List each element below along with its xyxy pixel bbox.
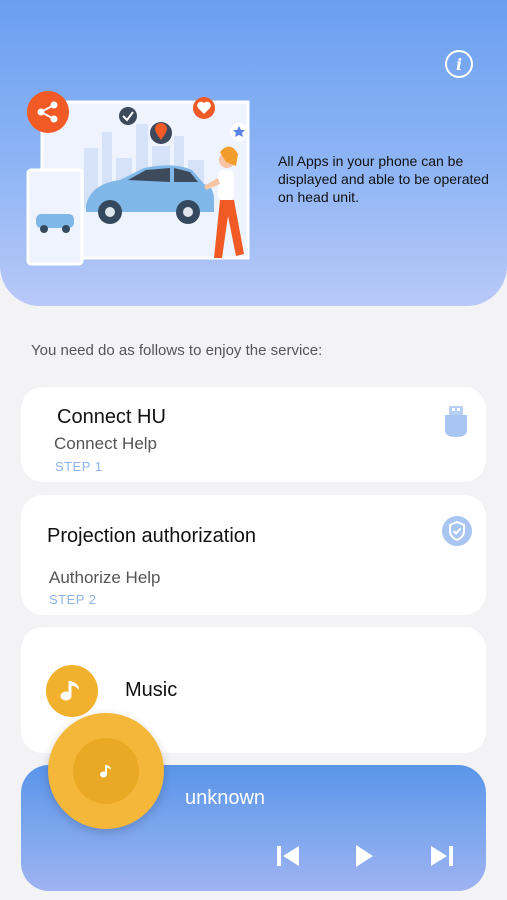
card-title: Projection authorization [47, 525, 257, 547]
projection-authorization-card[interactable]: Projection authorization Authorize Help … [21, 495, 486, 615]
phone-car-illustration [26, 91, 250, 266]
track-name: unknown [185, 787, 266, 809]
music-note-icon [46, 665, 98, 717]
next-icon[interactable] [429, 843, 455, 869]
connect-help-link[interactable]: Connect Help [54, 434, 157, 454]
card-title: Connect HU [57, 406, 166, 428]
music-note-icon [100, 765, 111, 778]
connect-hu-card[interactable]: Connect HU Connect Help STEP 1 [21, 387, 486, 482]
info-icon[interactable]: i [445, 50, 473, 78]
usb-icon [444, 406, 468, 438]
disc-center [73, 738, 139, 804]
authorize-help-link[interactable]: Authorize Help [49, 568, 161, 588]
music-label: Music [125, 679, 178, 701]
hero-description: All Apps in your phone can be displayed … [278, 153, 489, 205]
hero-banner: i All Apps in your phone can be displaye… [0, 0, 507, 306]
play-icon[interactable] [351, 843, 377, 869]
shield-check-icon [442, 516, 472, 546]
step-label: STEP 2 [49, 592, 97, 607]
step-label: STEP 1 [55, 459, 103, 474]
album-disc[interactable] [48, 713, 164, 829]
intro-text: You need do as follows to enjoy the serv… [31, 342, 323, 359]
previous-icon[interactable] [275, 843, 301, 869]
